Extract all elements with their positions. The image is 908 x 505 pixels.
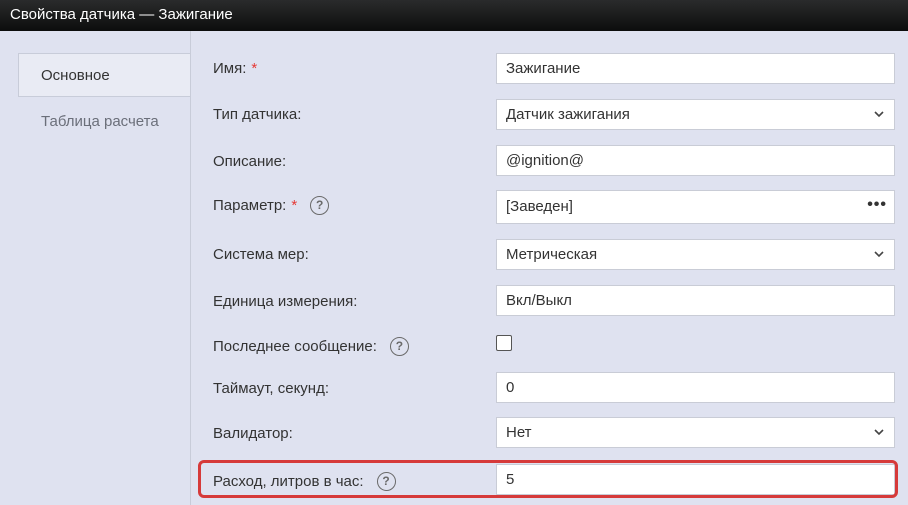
parameter-value: [Заведен] [506, 198, 573, 215]
sensor-type-label: Тип датчика: [213, 106, 302, 123]
last-message-checkbox[interactable] [496, 335, 512, 351]
validator-label: Валидатор: [213, 425, 293, 442]
help-icon[interactable]: ? [376, 472, 396, 491]
name-label: Имя: * [213, 60, 257, 77]
last-message-label-text: Последнее сообщение: [213, 338, 377, 355]
parameter-label-text: Параметр: [213, 197, 287, 214]
description-input[interactable] [496, 145, 895, 176]
sidebar: Основное Таблица расчета [0, 31, 191, 505]
chevron-down-icon [874, 251, 884, 258]
chevron-down-icon [874, 111, 884, 118]
timeout-label: Таймаут, секунд: [213, 380, 330, 397]
tab-basic[interactable]: Основное [18, 53, 190, 97]
window-title: Свойства датчика — Зажигание [0, 0, 908, 31]
description-label: Описание: [213, 153, 287, 170]
validator-value: Нет [506, 424, 532, 441]
measure-system-value: Метрическая [506, 246, 598, 263]
consumption-label-text: Расход, литров в час: [213, 473, 364, 490]
unit-input[interactable] [496, 285, 895, 316]
validator-select[interactable]: Нет [496, 417, 895, 448]
help-icon[interactable]: ? [310, 196, 330, 215]
required-mark: * [251, 60, 258, 77]
name-label-text: Имя: [213, 60, 247, 77]
last-message-label: Последнее сообщение: ? [213, 337, 409, 356]
more-icon[interactable]: ••• [867, 191, 887, 218]
help-icon[interactable]: ? [389, 337, 409, 356]
required-mark: * [291, 197, 298, 214]
chevron-down-icon [874, 429, 884, 436]
consumption-label: Расход, литров в час: ? [213, 472, 396, 491]
timeout-input[interactable] [496, 372, 895, 403]
sensor-type-value: Датчик зажигания [506, 106, 630, 123]
measure-system-label: Система мер: [213, 246, 309, 263]
unit-label: Единица измерения: [213, 293, 358, 310]
parameter-label: Параметр: * ? [213, 196, 330, 215]
name-input[interactable] [496, 53, 895, 84]
consumption-input[interactable] [496, 464, 895, 495]
measure-system-select[interactable]: Метрическая [496, 239, 895, 270]
sensor-type-select[interactable]: Датчик зажигания [496, 99, 895, 130]
tab-calculation-table[interactable]: Таблица расчета [18, 100, 190, 144]
parameter-field[interactable]: [Заведен] ••• [496, 190, 895, 224]
